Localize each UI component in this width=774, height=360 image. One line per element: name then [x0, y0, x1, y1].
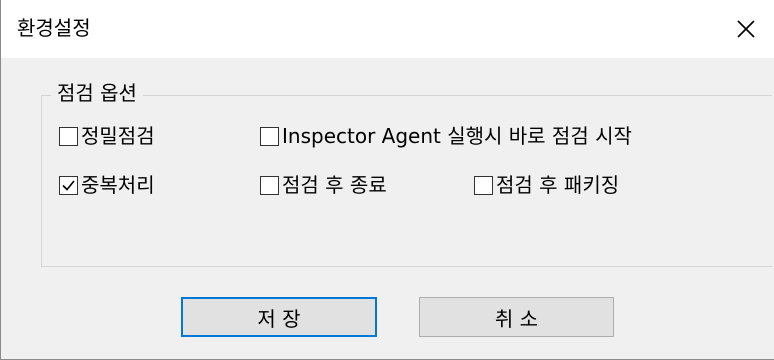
- option-label: 중복처리: [81, 173, 155, 197]
- option-label: 점검 후 패키징: [496, 173, 620, 197]
- close-button[interactable]: [717, 0, 774, 58]
- settings-dialog: 환경설정 점검 옵션 정밀점검 Inspector Agent 실행시 바로 점…: [0, 0, 774, 360]
- cancel-button[interactable]: 취 소: [419, 297, 614, 337]
- inspection-options-legend: 점검 옵션: [51, 80, 143, 106]
- close-icon: [737, 20, 755, 38]
- title-bar: 환경설정: [1, 0, 774, 58]
- option-duplicate-handling[interactable]: 중복처리: [59, 172, 155, 198]
- option-label: 점검 후 종료: [282, 173, 387, 197]
- option-label: Inspector Agent 실행시 바로 점검 시작: [282, 124, 632, 148]
- option-precise-inspection[interactable]: 정밀점검: [59, 123, 155, 149]
- window-title: 환경설정: [17, 16, 91, 40]
- precise-inspection-checkbox[interactable]: [59, 126, 78, 146]
- save-button[interactable]: 저 장: [181, 297, 377, 337]
- checkmark-icon: [62, 179, 75, 191]
- duplicate-handling-checkbox[interactable]: [59, 175, 78, 195]
- option-start-on-launch[interactable]: Inspector Agent 실행시 바로 점검 시작: [260, 123, 632, 149]
- option-label: 정밀점검: [81, 124, 155, 148]
- package-after-inspection-checkbox[interactable]: [474, 175, 493, 195]
- start-on-launch-checkbox[interactable]: [260, 126, 279, 146]
- exit-after-inspection-checkbox[interactable]: [260, 175, 279, 195]
- option-package-after-inspection[interactable]: 점검 후 패키징: [474, 172, 619, 198]
- option-exit-after-inspection[interactable]: 점검 후 종료: [260, 172, 387, 198]
